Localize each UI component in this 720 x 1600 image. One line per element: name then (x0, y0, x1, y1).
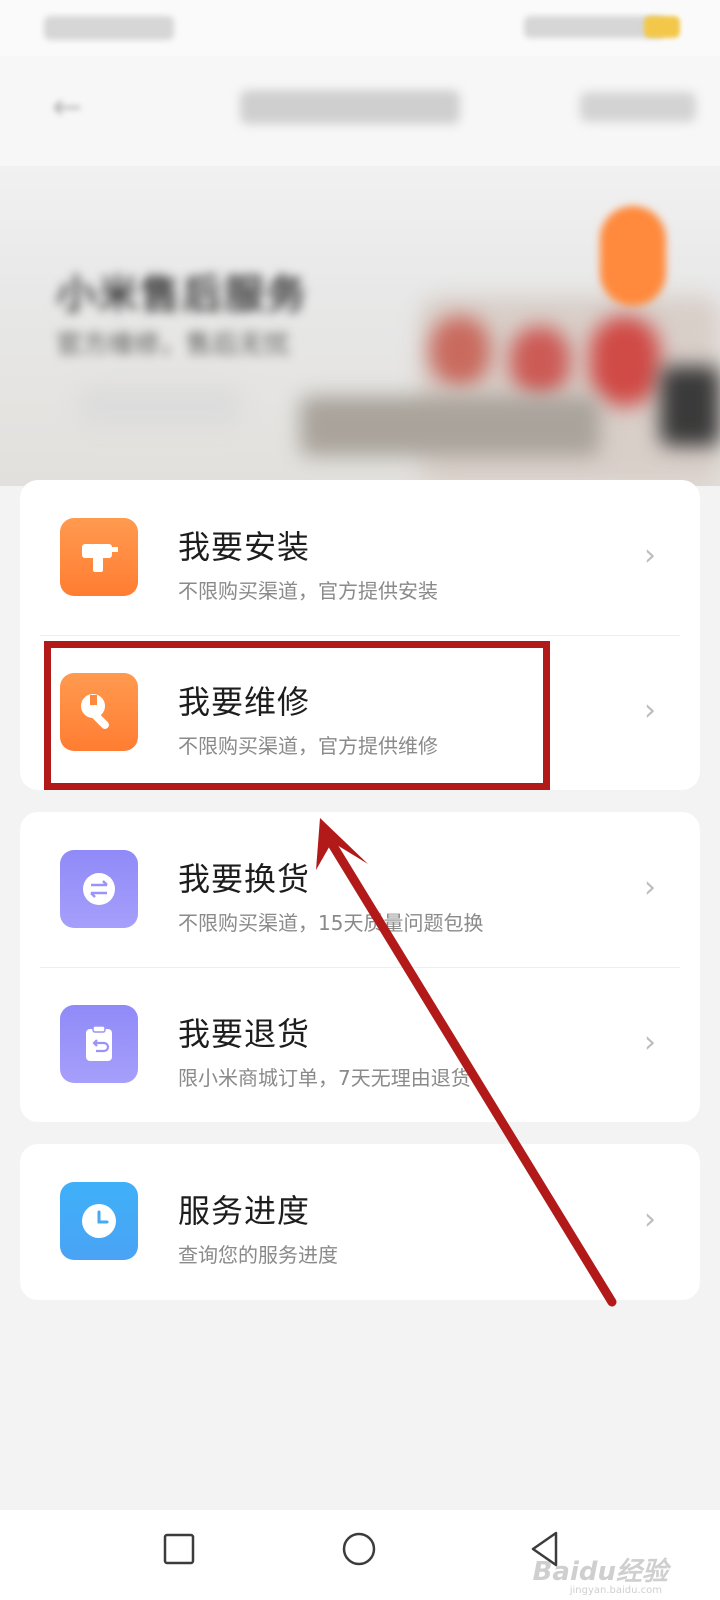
watermark-text: Baidu经验 (532, 1557, 668, 1587)
recent-apps-icon[interactable] (162, 1532, 196, 1566)
home-icon[interactable] (340, 1530, 378, 1568)
annotation-arrow (316, 818, 617, 1307)
system-navigation-bar: Baidu经验 jingyan.baidu.com (0, 1510, 720, 1600)
watermark-url: jingyan.baidu.com (569, 1585, 662, 1596)
